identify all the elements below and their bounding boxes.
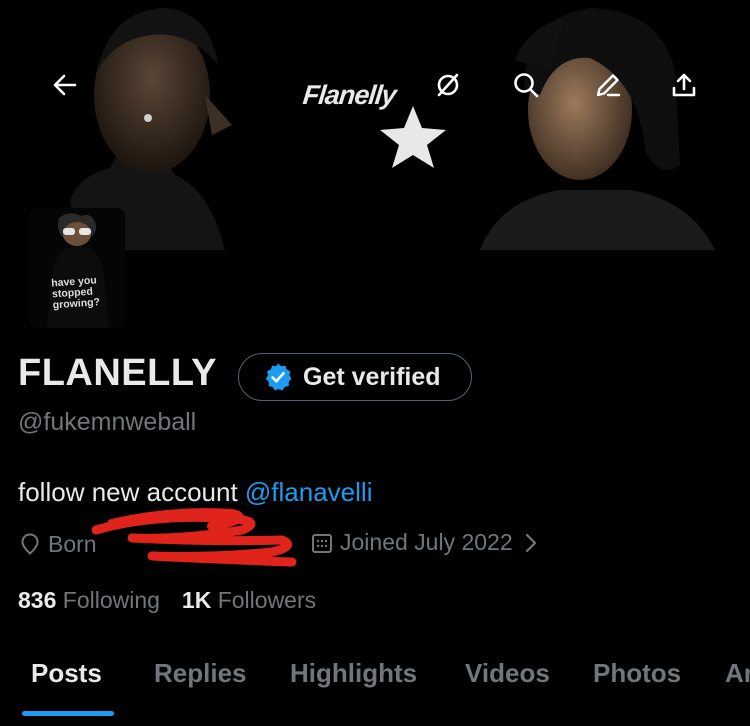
profile-meta: Born Joined July 2022	[18, 529, 536, 559]
mute-button[interactable]	[426, 63, 470, 107]
avatar-caption: have you stopped growing?	[50, 274, 101, 312]
share-icon	[672, 73, 696, 97]
get-verified-label: Get verified	[303, 362, 441, 391]
joined-date[interactable]: Joined July 2022	[310, 529, 543, 556]
tab-highlights[interactable]: Highlights	[290, 658, 417, 689]
active-tab-indicator	[22, 711, 114, 716]
location: Born	[18, 531, 97, 558]
tab-photos[interactable]: Photos	[593, 658, 681, 689]
profile-handle: @fukemnweball	[18, 408, 197, 436]
location-pin-icon	[21, 533, 39, 555]
edit-button[interactable]	[586, 63, 630, 107]
back-button[interactable]	[43, 63, 87, 107]
search-button[interactable]	[504, 63, 548, 107]
share-button[interactable]	[662, 63, 706, 107]
following-stat[interactable]: 836 Following	[18, 587, 160, 614]
follow-stats: 836 Following 1K Followers	[18, 587, 316, 614]
following-label: Following	[62, 587, 160, 613]
tab-articles[interactable]: Ar	[725, 658, 750, 689]
verified-badge-icon	[265, 363, 292, 391]
chevron-right-icon	[525, 533, 536, 552]
calendar-icon	[312, 533, 332, 553]
followers-count: 1K	[181, 587, 212, 613]
mute-icon	[437, 73, 459, 97]
tab-replies[interactable]: Replies	[154, 658, 247, 689]
back-arrow-icon	[53, 74, 77, 96]
banner-person-right-image	[480, 8, 715, 250]
get-verified-button[interactable]: Get verified	[238, 353, 472, 401]
display-name: FLANELLY	[18, 352, 217, 394]
joined-text: Joined July 2022	[340, 529, 513, 555]
profile-tabs: Posts Replies Highlights Videos Photos A…	[0, 640, 750, 726]
followers-stat[interactable]: 1K Followers	[182, 587, 316, 614]
search-icon	[514, 73, 539, 98]
location-text: Born	[48, 530, 97, 557]
tab-videos[interactable]: Videos	[465, 658, 550, 689]
edit-icon	[596, 74, 621, 97]
followers-label: Followers	[217, 587, 317, 613]
avatar-image	[29, 208, 125, 328]
avatar[interactable]: have you stopped growing?	[29, 208, 125, 328]
star-icon	[380, 106, 446, 168]
following-count: 836	[18, 587, 57, 613]
redaction-scribble	[92, 508, 297, 567]
tab-posts[interactable]: Posts	[31, 658, 102, 689]
